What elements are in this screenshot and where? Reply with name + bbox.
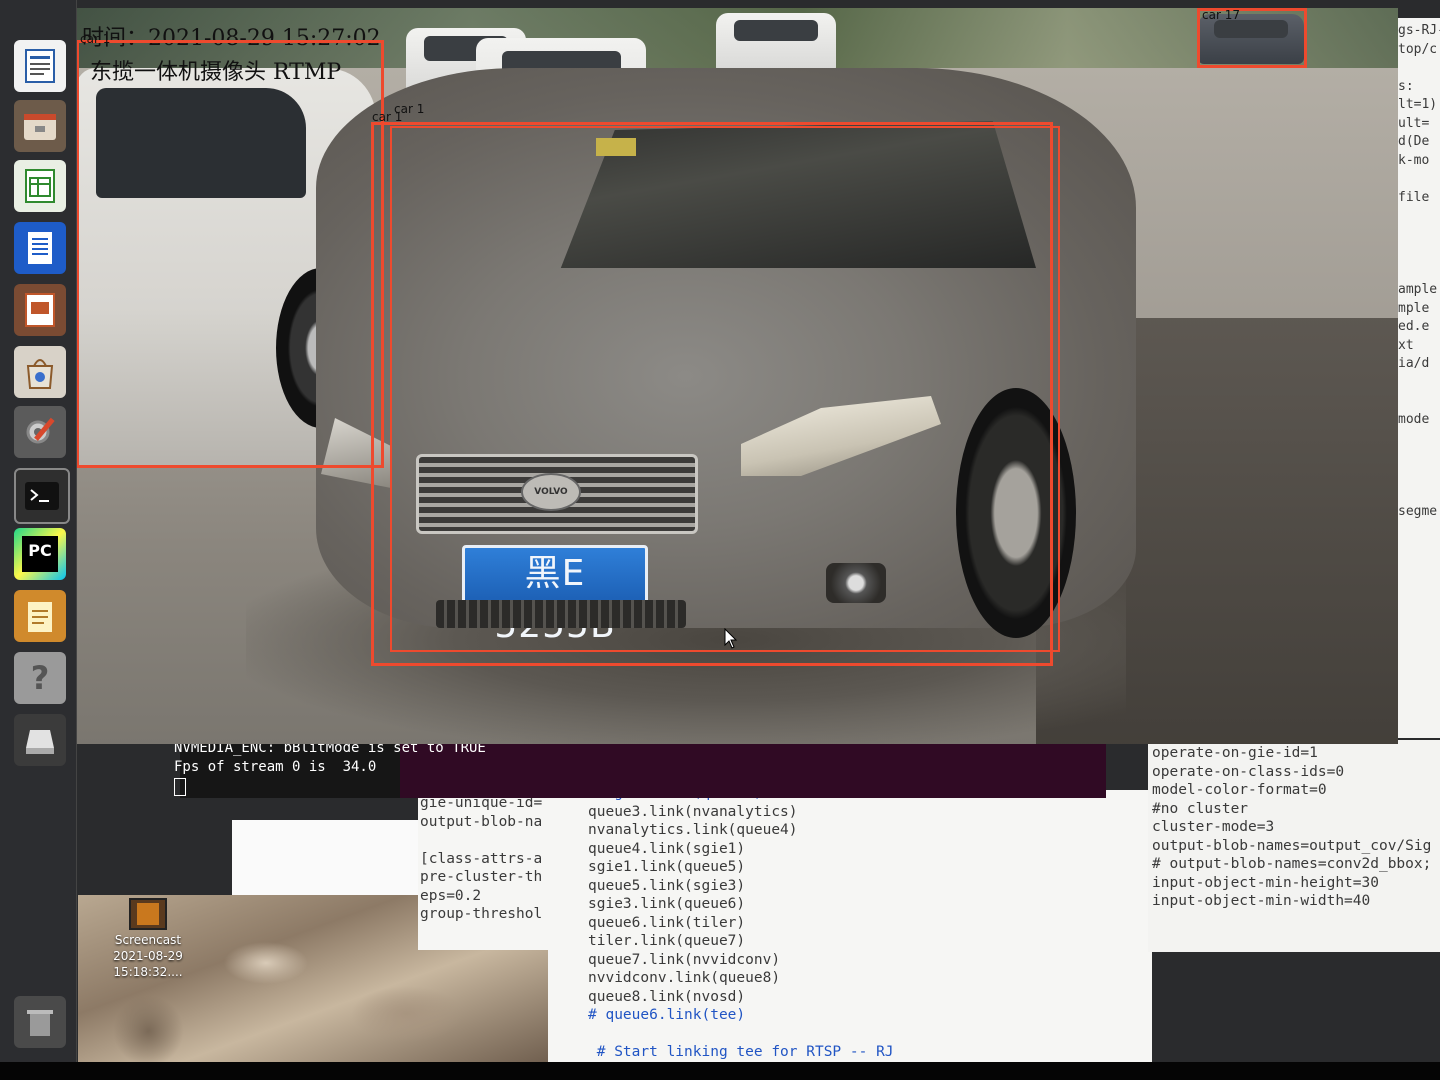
code-line: eps=0.2: [420, 887, 482, 904]
video-output-window[interactable]: VOLVO 黑E 5255B 时间：2021-08-29 15:27:02 东揽…: [76, 8, 1398, 744]
config-text: gie-unique-id= output-blob-na [class-attr…: [420, 794, 542, 924]
code-line: segme: [1398, 504, 1438, 519]
background-car: [716, 13, 836, 73]
blank-window: [232, 820, 418, 895]
code-line: gs-RJ-L: [1398, 23, 1440, 38]
screencast-desktop-file[interactable]: Screencast 2021-08-29 15:18:32....: [108, 898, 188, 980]
drive-icon[interactable]: [14, 714, 66, 766]
detection-box: [390, 126, 1060, 652]
code-line: queue8.link(nvosd): [588, 988, 746, 1005]
code-line: operate-on-gie-id=1: [1152, 745, 1318, 761]
document-icon[interactable]: [14, 222, 66, 274]
code-line: input-object-min-height=30: [1152, 874, 1379, 891]
spreadsheet-icon[interactable]: [14, 160, 66, 212]
file-time: 15:18:32....: [113, 965, 183, 979]
code-line: [class-attrs-a: [420, 850, 543, 867]
file-name: Screencast: [114, 933, 182, 947]
config-editor-left[interactable]: gie-unique-id= output-blob-na [class-attr…: [418, 790, 553, 950]
software-center-icon[interactable]: [14, 346, 66, 398]
code-line: file: [1398, 189, 1430, 205]
pycharm-icon[interactable]: PC: [14, 528, 66, 580]
pycharm-label: PC: [22, 536, 58, 572]
code-line: queue4.link(sgie1): [588, 840, 746, 857]
help-icon[interactable]: ?: [14, 652, 66, 704]
code-line: mode: [1398, 411, 1430, 427]
code-line: nvanalytics.link(queue4): [588, 822, 798, 838]
detection-label: car 17: [1202, 8, 1240, 22]
terminal-line-2: Fps of stream 0 is 34.0: [174, 759, 377, 775]
presentation-icon[interactable]: [14, 284, 66, 336]
file-date: 2021-08-29: [113, 949, 183, 963]
video-file-icon: [129, 898, 167, 930]
python-code: # sgie3.link(queue3)queue3.link(nvanalyt…: [588, 790, 894, 1062]
code-line: # Start linking tee for RTSP -- RJ: [588, 1044, 894, 1060]
code-line: ed.e: [1398, 319, 1430, 334]
detection-label: car 1: [394, 102, 425, 116]
monitor-bezel: [0, 1062, 1440, 1080]
code-line: operate-on-class-ids=0: [1152, 763, 1345, 780]
code-line: sgie1.link(queue5): [588, 859, 746, 875]
code-line: #no cluster: [1152, 800, 1249, 817]
trash-icon[interactable]: [14, 996, 66, 1048]
code-line: # output-blob-names=conv2d_bbox;: [1152, 856, 1432, 872]
code-line: queue7.link(nvvidconv): [588, 951, 781, 968]
code-line: s:: [1398, 78, 1414, 94]
code-line: xt: [1398, 337, 1414, 353]
config-text: operate-on-gie-id=1 operate-on-class-ids=…: [1152, 744, 1431, 911]
code-line: model-color-format=0: [1152, 782, 1327, 798]
code-line: mple: [1398, 300, 1430, 316]
code-line: ult=: [1398, 115, 1430, 131]
detection-box: [76, 40, 384, 468]
code-line: # queue6.link(tee): [588, 1007, 746, 1023]
code-line: tiler.link(queue7): [588, 933, 746, 949]
code-line: d(De: [1398, 134, 1430, 149]
text-editor-icon[interactable]: [14, 40, 66, 92]
code-line: queue5.link(sgie3): [588, 877, 746, 894]
terminal-cursor: [174, 778, 186, 796]
code-line: queue6.link(tiler): [588, 914, 746, 931]
code-line: cluster-mode=3: [1152, 819, 1275, 835]
code-line: pre-cluster-th: [420, 869, 543, 885]
code-line: top/c: [1398, 41, 1438, 57]
code-line: output-blob-na: [420, 813, 543, 830]
code-line: lt=1): [1398, 97, 1438, 112]
config-editor-right[interactable]: operate-on-gie-id=1 operate-on-class-ids=…: [1148, 740, 1440, 952]
mouse-pointer-icon: [724, 628, 738, 649]
code-line: output-blob-names=output_cov/Sig: [1152, 837, 1432, 854]
system-settings-icon[interactable]: [14, 406, 66, 458]
code-line: group-threshol: [420, 906, 543, 922]
detection-label: car 1: [80, 32, 111, 46]
code-line: sgie3.link(queue6): [588, 896, 746, 912]
files-icon[interactable]: [14, 100, 66, 152]
code-line: k-mo: [1398, 152, 1430, 168]
notepad-icon[interactable]: [14, 590, 66, 642]
far-right-editor[interactable]: gs-RJ-L top/c s: lt=1) ult= d(De k-mo file am…: [1396, 18, 1440, 738]
terminal-icon[interactable]: [14, 468, 70, 524]
python-editor[interactable]: # sgie3.link(queue3)queue3.link(nvanalyt…: [548, 790, 1152, 1062]
code-line: nvvidconv.link(queue8): [588, 970, 781, 986]
screen: Screencast 2021-08-29 15:18:32.... gie-u…: [0, 0, 1440, 1062]
config-text: gs-RJ-L top/c s: lt=1) ult= d(De k-mo file am…: [1398, 22, 1440, 522]
code-line: ample: [1398, 282, 1438, 297]
code-line: ia/d: [1398, 356, 1430, 371]
code-line: queue3.link(nvanalytics): [588, 803, 798, 820]
code-line: input-object-min-width=40: [1152, 893, 1371, 909]
